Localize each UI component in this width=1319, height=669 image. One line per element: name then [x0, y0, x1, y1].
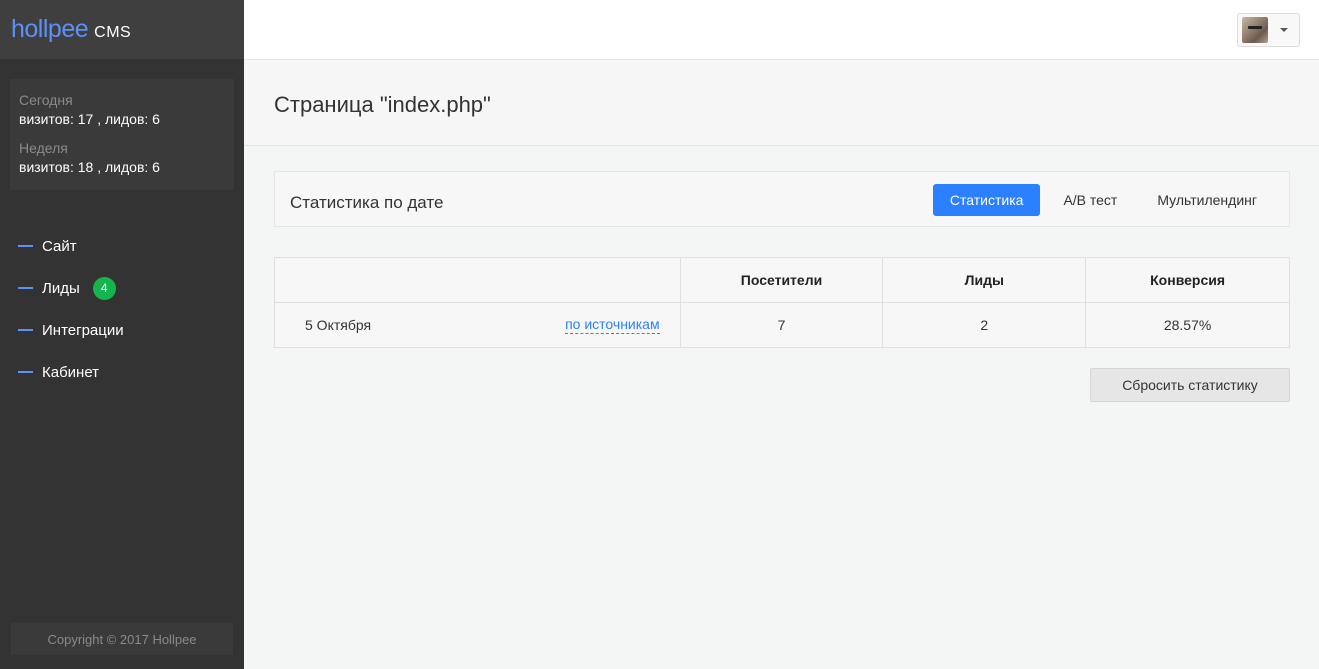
- leads-cell: 2: [882, 302, 1087, 348]
- sidebar-item-label: Интеграции: [42, 321, 124, 339]
- sidebar-item-leads[interactable]: Лиды 4: [0, 267, 244, 309]
- sidebar-item-label: Сайт: [42, 237, 77, 255]
- sidebar-nav: Сайт Лиды 4 Интеграции Кабинет: [0, 225, 244, 393]
- dash-icon: [18, 287, 33, 289]
- stats-panel: Статистика по дате Статистика A/B тест М…: [274, 171, 1290, 227]
- table-header-row: Посетители Лиды Конверсия: [274, 257, 1290, 303]
- dash-icon: [18, 371, 33, 373]
- dash-icon: [18, 329, 33, 331]
- week-value: визитов: 18 , лидов: 6: [19, 159, 160, 175]
- dash-icon: [18, 245, 33, 247]
- date-cell: 5 Октября по источникам: [274, 302, 681, 348]
- sidebar-item-label: Лиды: [42, 279, 80, 297]
- tab-statistics[interactable]: Статистика: [932, 184, 1041, 216]
- reset-stats-button[interactable]: Сбросить статистику: [1090, 368, 1290, 402]
- column-header-date: [274, 257, 681, 303]
- sidebar-item-site[interactable]: Сайт: [0, 225, 244, 267]
- page-header: Страница "index.php": [244, 60, 1319, 146]
- logo[interactable]: hollpee CMS: [0, 0, 244, 59]
- week-label: Неделя: [19, 140, 68, 156]
- tab-multilanding[interactable]: Мультилендинг: [1140, 184, 1274, 216]
- today-value: визитов: 17 , лидов: 6: [19, 111, 160, 127]
- topbar: [244, 0, 1319, 60]
- sidebar-item-account[interactable]: Кабинет: [0, 351, 244, 393]
- copyright: Copyright © 2017 Hollpee: [11, 623, 233, 655]
- today-label: Сегодня: [19, 92, 73, 108]
- page-title: Страница "index.php": [274, 92, 491, 117]
- conversion-cell: 28.57%: [1085, 302, 1290, 348]
- table-row: 5 Октября по источникам 7 2 28.57%: [274, 302, 1290, 348]
- sidebar: hollpee CMS Сегодня визитов: 17 , лидов:…: [0, 0, 244, 669]
- visitors-cell: 7: [679, 302, 884, 348]
- stats-table: Посетители Лиды Конверсия 5 Октября по и…: [274, 257, 1290, 348]
- chevron-down-icon: [1280, 28, 1288, 32]
- panel-title: Статистика по дате: [290, 193, 444, 212]
- visit-stats: Сегодня визитов: 17 , лидов: 6 Неделя ви…: [10, 79, 234, 190]
- column-header-conversion: Конверсия: [1085, 257, 1290, 303]
- row-date: 5 Октября: [305, 317, 372, 333]
- avatar: [1242, 17, 1268, 43]
- sidebar-item-label: Кабинет: [42, 363, 100, 381]
- logo-brand: hollpee: [11, 15, 89, 43]
- logo-suffix: CMS: [94, 24, 132, 41]
- sidebar-item-integrations[interactable]: Интеграции: [0, 309, 244, 351]
- by-sources-link[interactable]: по источникам: [565, 315, 660, 334]
- tabs: Статистика A/B тест Мультилендинг: [927, 184, 1274, 216]
- user-menu-button[interactable]: [1237, 13, 1300, 47]
- tab-ab-test[interactable]: A/B тест: [1046, 184, 1134, 216]
- column-header-leads: Лиды: [882, 257, 1087, 303]
- leads-count-badge: 4: [92, 276, 116, 300]
- column-header-visitors: Посетители: [679, 257, 884, 303]
